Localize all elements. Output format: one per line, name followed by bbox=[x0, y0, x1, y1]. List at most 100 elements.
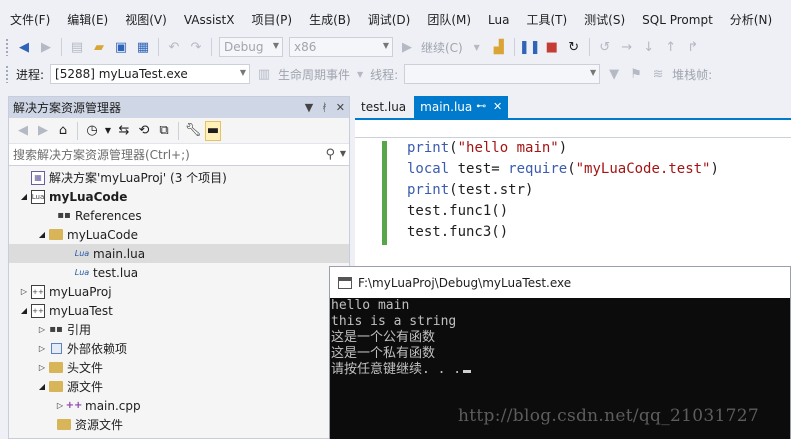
tree-item-label: 引用 bbox=[67, 323, 92, 337]
navigation-bar[interactable] bbox=[355, 120, 791, 138]
tab-main-lua[interactable]: main.lua ⊷ ✕ bbox=[414, 96, 509, 118]
window-position-icon[interactable]: ▼ bbox=[305, 97, 313, 118]
forward-icon[interactable]: ▶ bbox=[37, 37, 55, 57]
tree-expander[interactable]: ◢ bbox=[37, 230, 47, 239]
window-title-bar bbox=[0, 0, 791, 8]
tree-expander[interactable]: ◢ bbox=[19, 306, 29, 315]
step-into-icon[interactable]: → bbox=[618, 37, 636, 57]
step-icon[interactable]: ↱ bbox=[684, 37, 702, 57]
continue-button[interactable]: 继续(C) bbox=[421, 39, 463, 56]
lifecycle-events-button[interactable]: 生命周期事件 bbox=[278, 66, 350, 83]
chevron-down-icon: ▼ bbox=[239, 68, 247, 77]
collapse-all-icon[interactable]: ⧉ bbox=[156, 121, 172, 141]
chevron-down-icon[interactable]: ▼ bbox=[340, 149, 346, 158]
menu-debug[interactable]: 调试(D) bbox=[358, 8, 418, 32]
tree-item-references[interactable]: ▪▪ References bbox=[9, 206, 349, 225]
play-icon[interactable]: ▶ bbox=[398, 37, 416, 57]
tree-item-solution[interactable]: ▦ 解决方案'myLuaProj' (3 个项目) bbox=[9, 168, 349, 187]
tree-item-main-lua[interactable]: Lua main.lua bbox=[9, 244, 349, 263]
step-out-icon[interactable]: ↑ bbox=[662, 37, 680, 57]
code-area[interactable]: print("hello main") local test= require(… bbox=[355, 138, 791, 248]
open-file-icon[interactable]: ▰ bbox=[90, 37, 108, 57]
show-next-statement-icon[interactable]: ↺ bbox=[596, 37, 614, 57]
sync-icon[interactable]: ⇆ bbox=[116, 121, 132, 141]
pin-icon[interactable]: ᚯ bbox=[321, 97, 328, 118]
process-dropdown[interactable]: [5288] myLuaTest.exe ▼ bbox=[50, 64, 251, 84]
menu-view[interactable]: 视图(V) bbox=[115, 8, 174, 32]
tree-item-test-lua[interactable]: Lua test.lua bbox=[9, 263, 349, 282]
menu-team[interactable]: 团队(M) bbox=[417, 8, 478, 32]
restart-icon[interactable]: ↻ bbox=[565, 37, 583, 57]
tree-item-label: main.cpp bbox=[85, 398, 141, 413]
tree-item-project-myluacode[interactable]: ◢ Lua myLuaCode bbox=[9, 187, 349, 206]
menu-lua[interactable]: Lua bbox=[478, 8, 516, 32]
tree-expander[interactable]: ▷ bbox=[37, 363, 47, 372]
menu-analyze[interactable]: 分析(N) bbox=[720, 8, 779, 32]
pause-icon[interactable]: ❚❚ bbox=[519, 37, 541, 57]
tree-item-external-dependencies[interactable]: ▷ 外部依赖项 bbox=[9, 339, 349, 358]
lua-project-icon: Lua bbox=[31, 189, 45, 204]
toolbar-grip[interactable] bbox=[5, 65, 9, 83]
code-line: print(test.str) bbox=[407, 182, 534, 198]
menu-file[interactable]: 文件(F) bbox=[0, 8, 57, 32]
pin-icon[interactable]: ⊷ bbox=[476, 96, 486, 118]
tree-item-header-files[interactable]: ▷ 头文件 bbox=[9, 358, 349, 377]
attach-icon[interactable]: ▟ bbox=[490, 37, 508, 57]
menu-edit[interactable]: 编辑(E) bbox=[57, 8, 115, 32]
stop-icon[interactable]: ■ bbox=[543, 37, 561, 57]
close-icon[interactable]: ✕ bbox=[493, 96, 502, 118]
save-all-icon[interactable]: ▦ bbox=[134, 37, 152, 57]
tree-expander[interactable]: ▷ bbox=[19, 287, 29, 296]
tree-item-references-cn[interactable]: ▷ ▪▪ 引用 bbox=[9, 320, 349, 339]
back-icon[interactable]: ◀ bbox=[15, 121, 31, 141]
chevron-down-icon[interactable]: ▼ bbox=[355, 64, 365, 84]
configuration-dropdown[interactable]: Debug ▼ bbox=[219, 37, 283, 57]
lifecycle-events-icon[interactable]: ▥ bbox=[255, 64, 273, 84]
refresh-icon[interactable]: ⟲ bbox=[136, 121, 152, 141]
redo-icon[interactable]: ↷ bbox=[187, 37, 205, 57]
home-icon[interactable]: ⌂ bbox=[55, 121, 71, 141]
tree-expander[interactable]: ▷ bbox=[55, 401, 65, 410]
tree-expander[interactable]: ▷ bbox=[37, 325, 47, 334]
menu-build[interactable]: 生成(B) bbox=[299, 8, 358, 32]
tree-item-source-files[interactable]: ◢ 源文件 bbox=[9, 377, 349, 396]
console-title-bar[interactable]: F:\myLuaProj\Debug\myLuaTest.exe bbox=[330, 267, 790, 298]
menu-test[interactable]: 测试(S) bbox=[574, 8, 632, 32]
tree-expander[interactable]: ◢ bbox=[37, 382, 47, 391]
flag-icon[interactable]: ⚑ bbox=[627, 64, 645, 84]
undo-icon[interactable]: ↶ bbox=[165, 37, 183, 57]
tab-test-lua[interactable]: test.lua bbox=[355, 96, 414, 118]
platform-dropdown[interactable]: x86 ▼ bbox=[289, 37, 393, 57]
solution-explorer-search[interactable]: 搜索解决方案资源管理器(Ctrl+;) ⚲ ▼ bbox=[9, 144, 349, 166]
save-icon[interactable]: ▣ bbox=[112, 37, 130, 57]
properties-icon[interactable]: 🔧︎ bbox=[185, 121, 202, 141]
threads-icon[interactable]: ≋ bbox=[649, 64, 667, 84]
tree-item-folder-myluacode[interactable]: ◢ myLuaCode bbox=[9, 225, 349, 244]
search-icon[interactable]: ⚲ bbox=[325, 147, 335, 162]
new-project-icon[interactable]: ▤ bbox=[68, 37, 86, 57]
filter-icon[interactable]: ▼ bbox=[605, 64, 623, 84]
chevron-down-icon[interactable]: ▼ bbox=[468, 37, 486, 57]
tree-expander[interactable]: ◢ bbox=[19, 192, 29, 201]
step-over-icon[interactable]: ↓ bbox=[640, 37, 658, 57]
toolbar-grip[interactable] bbox=[5, 38, 9, 56]
pending-changes-filter-icon[interactable]: ◷ bbox=[84, 121, 100, 141]
menu-tools[interactable]: 工具(T) bbox=[516, 8, 574, 32]
tree-item-project-myluatest[interactable]: ◢ ++ myLuaTest bbox=[9, 301, 349, 320]
console-output[interactable]: hello main this is a string 这是一个公有函数 这是一… bbox=[330, 298, 790, 439]
tree-item-project-myluaproj[interactable]: ▷ ++ myLuaProj bbox=[9, 282, 349, 301]
chevron-down-icon[interactable]: ▼ bbox=[104, 121, 112, 141]
menu-project[interactable]: 项目(P) bbox=[241, 8, 299, 32]
console-app-icon bbox=[338, 276, 352, 289]
forward-icon[interactable]: ▶ bbox=[35, 121, 51, 141]
tree-expander[interactable]: ▷ bbox=[37, 344, 47, 353]
tree-item-main-cpp[interactable]: ▷ ++ main.cpp bbox=[9, 396, 349, 415]
preview-selected-icon[interactable]: ▬ bbox=[205, 120, 221, 141]
menu-vassistx[interactable]: VAssistX bbox=[174, 8, 242, 32]
back-icon[interactable]: ◀ bbox=[15, 37, 33, 57]
thread-dropdown[interactable]: ▼ bbox=[404, 64, 601, 84]
console-window[interactable]: F:\myLuaProj\Debug\myLuaTest.exe hello m… bbox=[329, 266, 791, 439]
tree-item-resource-files[interactable]: 资源文件 bbox=[9, 415, 349, 434]
close-icon[interactable]: ✕ bbox=[336, 97, 345, 118]
menu-sql-prompt[interactable]: SQL Prompt bbox=[632, 8, 720, 32]
